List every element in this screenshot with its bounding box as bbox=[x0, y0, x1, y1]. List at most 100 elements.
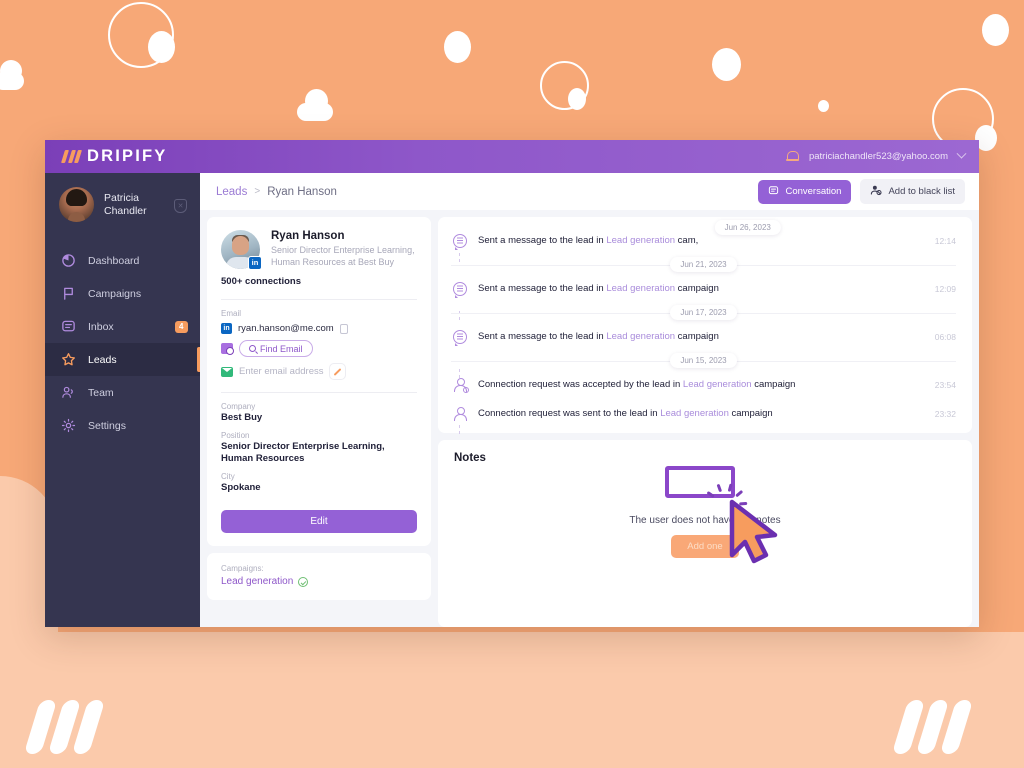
sidebar-item-inbox[interactable]: Inbox 4 bbox=[45, 310, 200, 343]
notes-empty-message: The user does not have any notes bbox=[629, 515, 781, 526]
timeline-text-after: cam, bbox=[675, 235, 699, 246]
shield-icon[interactable]: ✕ bbox=[174, 199, 187, 213]
activity-column: Sent a message to the lead in Lead gener… bbox=[438, 217, 972, 627]
sidebar-profile[interactable]: Patricia Chandler ✕ bbox=[45, 173, 200, 238]
lead-campaigns-card: Campaigns: Lead generation bbox=[207, 553, 431, 600]
lead-email-value: ryan.hanson@me.com bbox=[238, 323, 334, 334]
find-email-label: Find Email bbox=[260, 343, 303, 354]
breadcrumb-current: Ryan Hanson bbox=[267, 185, 337, 198]
main-content: Leads > Ryan Hanson Conversation Add to … bbox=[200, 173, 979, 627]
lead-avatar: in bbox=[221, 230, 262, 270]
breadcrumb-actions: Conversation Add to black list bbox=[758, 179, 965, 204]
timeline-campaign-link[interactable]: Lead generation bbox=[606, 331, 675, 342]
brand-name: DRIPIFY bbox=[87, 147, 168, 165]
email-row-find: Find Email bbox=[221, 340, 417, 357]
timeline-row[interactable]: Connection request was sent to the lead … bbox=[438, 399, 972, 428]
campaign-link[interactable]: Lead generation bbox=[221, 576, 293, 587]
decorative-dot bbox=[148, 31, 175, 63]
timeline-text-after: campaign bbox=[751, 379, 796, 390]
add-note-button[interactable]: Add one bbox=[671, 535, 739, 558]
breadcrumb-bar: Leads > Ryan Hanson Conversation Add to … bbox=[200, 173, 979, 210]
timeline-date-chip: Jun 21, 2023 bbox=[670, 257, 737, 272]
sidebar-item-campaigns[interactable]: Campaigns bbox=[45, 277, 200, 310]
person-icon bbox=[451, 406, 468, 421]
background-band-lower bbox=[0, 632, 1024, 768]
sidebar: Patricia Chandler ✕ Dashboard Campaigns bbox=[45, 173, 200, 627]
profile-name-line1: Patricia bbox=[104, 191, 140, 204]
timeline-text-before: Sent a message to the lead in bbox=[478, 235, 607, 246]
avatar bbox=[59, 187, 94, 222]
notes-empty-state: The user does not have any notes Add one bbox=[454, 458, 956, 615]
add-to-black-list-button[interactable]: Add to black list bbox=[860, 179, 965, 204]
field-value: Senior Director Enterprise Learning, Hum… bbox=[221, 441, 385, 464]
timeline-date-separator: Jun 17, 2023 bbox=[438, 303, 972, 322]
timeline-campaign-link[interactable]: Lead generation bbox=[606, 283, 675, 294]
sidebar-item-leads[interactable]: Leads bbox=[45, 343, 200, 376]
pie-chart-icon bbox=[61, 253, 76, 268]
breadcrumb-root-link[interactable]: Leads bbox=[216, 186, 247, 198]
campaign-row[interactable]: Lead generation bbox=[221, 576, 417, 587]
search-icon bbox=[249, 345, 256, 352]
conversation-button[interactable]: Conversation bbox=[758, 179, 852, 204]
app-window: DRIPIFY patriciachandler523@yahoo.com Pa… bbox=[45, 140, 979, 627]
timeline-text-before: Sent a message to the lead in bbox=[478, 283, 607, 294]
timeline-row[interactable]: Sent a message to the lead in Lead gener… bbox=[438, 220, 972, 255]
sidebar-item-dashboard[interactable]: Dashboard bbox=[45, 244, 200, 277]
activity-timeline-card: Sent a message to the lead in Lead gener… bbox=[438, 217, 972, 434]
lead-connections: 500+ connections bbox=[221, 276, 301, 287]
people-icon bbox=[61, 385, 76, 400]
timeline-date-chip: Jun 15, 2023 bbox=[670, 353, 737, 368]
decorative-dot bbox=[568, 88, 586, 110]
timeline-text-before: Connection request was accepted by the l… bbox=[478, 379, 683, 390]
field-label: Position bbox=[221, 431, 250, 440]
person-block-icon bbox=[870, 184, 883, 199]
chat-icon bbox=[61, 319, 76, 334]
timeline-campaign-link[interactable]: Lead generation bbox=[606, 235, 675, 246]
timeline-text-after: campaign bbox=[675, 283, 719, 294]
decorative-ring bbox=[108, 2, 174, 68]
timeline-text-after: campaign bbox=[728, 408, 773, 419]
timeline-date-separator: Jun 21, 2023 bbox=[438, 255, 972, 274]
sidebar-item-label: Campaigns bbox=[88, 287, 142, 300]
email-row-linkedin: in ryan.hanson@me.com bbox=[221, 323, 417, 334]
decorative-cloud bbox=[0, 60, 34, 90]
add-to-black-list-label: Add to black list bbox=[888, 186, 955, 197]
sidebar-item-team[interactable]: Team bbox=[45, 376, 200, 409]
lead-name: Ryan Hanson bbox=[271, 230, 345, 242]
star-icon bbox=[61, 352, 76, 367]
linkedin-badge-icon: in bbox=[248, 256, 262, 270]
lead-field-city: City Spokane bbox=[221, 472, 417, 494]
sidebar-item-label: Team bbox=[88, 386, 114, 399]
field-label: Company bbox=[221, 402, 256, 411]
decorative-dot bbox=[818, 100, 829, 112]
timeline-row[interactable]: Sent a message to the lead in Lead gener… bbox=[438, 274, 972, 303]
timeline-row[interactable]: Sent a message to the lead in Lead gener… bbox=[438, 322, 972, 351]
notification-bell-icon[interactable] bbox=[785, 150, 800, 164]
timeline-row[interactable]: Connection request was accepted by the l… bbox=[438, 370, 972, 399]
timeline-text-before: Connection request was sent to the lead … bbox=[478, 408, 661, 419]
dripify-logo-icon bbox=[61, 150, 82, 163]
email-input-placeholder[interactable]: Enter email address bbox=[239, 366, 323, 377]
timeline-text: Connection request was accepted by the l… bbox=[478, 379, 795, 390]
message-bubble-icon bbox=[451, 233, 468, 250]
timeline-campaign-link[interactable]: Lead generation bbox=[660, 408, 729, 419]
mail-icon bbox=[221, 366, 233, 377]
find-email-button[interactable]: Find Email bbox=[239, 340, 313, 357]
timeline-campaign-link[interactable]: Lead generation bbox=[683, 379, 752, 390]
message-bubble-icon bbox=[451, 329, 468, 346]
edit-pencil-icon[interactable] bbox=[329, 363, 347, 380]
lead-column: in Ryan Hanson Senior Director Enterpris… bbox=[207, 217, 431, 627]
chevron-down-icon[interactable] bbox=[956, 148, 967, 159]
email-row-manual: Enter email address bbox=[221, 363, 417, 380]
dripify-watermark-left bbox=[23, 700, 106, 754]
copy-icon[interactable] bbox=[339, 323, 348, 334]
edit-button[interactable]: Edit bbox=[221, 510, 417, 533]
chat-bubble-icon bbox=[768, 185, 779, 199]
conversation-button-label: Conversation bbox=[785, 186, 842, 197]
sidebar-item-settings[interactable]: Settings bbox=[45, 409, 200, 442]
person-accepted-icon bbox=[451, 377, 469, 393]
sidebar-item-label: Dashboard bbox=[88, 254, 140, 267]
message-bubble-icon bbox=[451, 281, 468, 298]
gear-icon bbox=[61, 418, 76, 433]
user-email-label[interactable]: patriciachandler523@yahoo.com bbox=[809, 151, 948, 162]
